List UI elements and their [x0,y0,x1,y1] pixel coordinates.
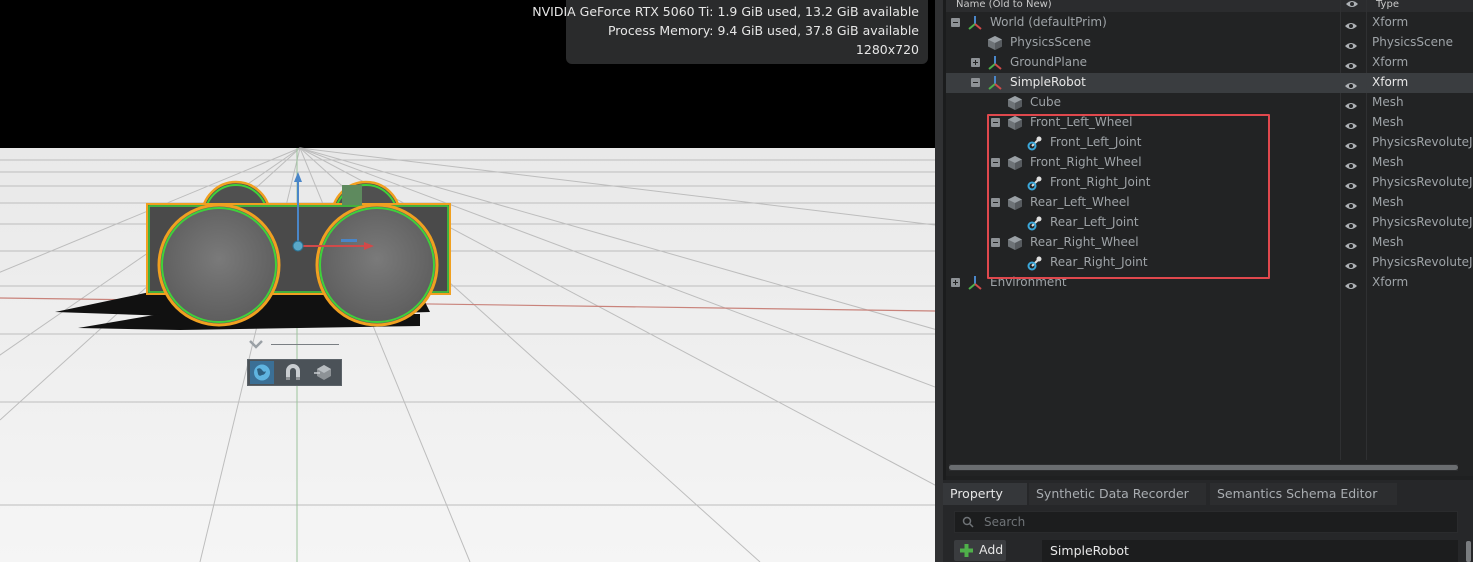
stage-row-type: Xform [1372,55,1409,69]
stage-row-type: Mesh [1372,95,1404,109]
plus-icon [960,544,973,557]
gpu-memory-text: NVIDIA GeForce RTX 5060 Ti: 1.9 GiB used… [532,4,919,19]
collapse-icon[interactable] [971,78,980,87]
eye-icon[interactable] [1344,97,1358,109]
eye-icon[interactable] [1344,177,1358,189]
eye-icon[interactable] [1344,237,1358,249]
expand-icon[interactable] [951,278,960,287]
stage-row-type: PhysicsScene [1372,35,1453,49]
eye-icon[interactable] [1344,137,1358,149]
eye-icon[interactable] [1344,217,1358,229]
panel-splitter[interactable] [935,0,943,562]
stage-row-type: PhysicsRevoluteJoint [1372,215,1473,229]
eye-icon[interactable] [1344,77,1358,89]
process-memory-text: Process Memory: 9.4 GiB used, 37.8 GiB a… [607,23,919,38]
gizmo-toolbar [247,359,342,386]
cube-snap-icon[interactable] [312,361,336,384]
stage-row[interactable]: World (defaultPrim) Xform [946,13,1473,33]
performance-hud: NVIDIA GeForce RTX 5060 Ti: 1.9 GiB used… [532,0,928,64]
ground-plane [0,148,935,562]
stage-row-name: SimpleRobot [1010,75,1086,89]
xform-icon [987,75,1003,91]
horizontal-scrollbar[interactable] [949,465,1458,470]
eye-icon[interactable] [1344,197,1358,209]
eye-icon[interactable] [1344,257,1358,269]
column-header-type[interactable]: Type [1376,0,1399,10]
stage-row-type: PhysicsRevoluteJoint [1372,175,1473,189]
collapse-icon[interactable] [951,18,960,27]
stage-row-name: Cube [1030,95,1061,109]
stage-row-type: Xform [1372,275,1409,289]
eye-icon[interactable] [1344,117,1358,129]
eye-icon[interactable] [1344,277,1358,289]
prim-name-value: SimpleRobot [1050,543,1129,558]
stage-row[interactable]: PhysicsScene PhysicsScene [946,33,1473,53]
vertical-scrollbar[interactable] [1466,541,1471,562]
stage-row-name: GroundPlane [1010,55,1088,69]
eye-icon[interactable] [1344,37,1358,49]
stage-row[interactable]: GroundPlane Xform [946,53,1473,73]
tab-semantics-schema-editor[interactable]: Semantics Schema Editor [1210,483,1397,505]
stage-row-name: PhysicsScene [1010,35,1091,49]
add-button-label: Add [979,542,1004,557]
tab-property[interactable]: Property [943,483,1027,505]
front-right-wheel [315,203,439,327]
tab-synthetic-data-recorder[interactable]: Synthetic Data Recorder [1029,483,1206,505]
search-icon [962,516,974,528]
stage-row-type: Xform [1372,15,1409,29]
stage-row-name: World (defaultPrim) [990,15,1107,29]
annotation-highlight-box [987,114,1270,279]
eye-icon[interactable] [1344,57,1358,69]
xform-icon [967,15,983,31]
stage-row[interactable]: SimpleRobot Xform [946,73,1473,93]
search-placeholder: Search [984,515,1026,529]
eye-icon[interactable] [1344,157,1358,169]
viewport[interactable]: NVIDIA GeForce RTX 5060 Ti: 1.9 GiB used… [0,0,935,562]
stage-row-type: Mesh [1372,155,1404,169]
chevron-down-icon[interactable] [248,336,264,352]
gizmo-separator [271,344,339,345]
stage-row-type: Mesh [1372,235,1404,249]
globe-icon[interactable] [250,361,274,384]
eye-icon[interactable] [1344,17,1358,29]
front-left-wheel [157,203,281,327]
magnet-icon[interactable] [281,361,305,384]
stage-row-type: Mesh [1372,115,1404,129]
stage-header: Name (Old to New) Type [946,0,1473,12]
property-search-input[interactable] [954,511,1458,533]
cube-icon [1007,95,1023,111]
cube-icon [987,35,1003,51]
column-header-name[interactable]: Name (Old to New) [956,0,1052,10]
stage-row-type: PhysicsRevoluteJoint [1372,135,1473,149]
stage-row-type: Mesh [1372,195,1404,209]
expand-icon[interactable] [971,58,980,67]
xform-icon [987,55,1003,71]
stage-row-type: Xform [1372,75,1409,89]
eye-icon[interactable] [1345,0,1359,10]
stage-row[interactable]: Cube Mesh [946,93,1473,113]
xform-icon [967,275,983,291]
resolution-text: 1280x720 [855,42,919,57]
scene-render[interactable] [0,0,935,562]
stage-row-type: PhysicsRevoluteJoint [1372,255,1473,269]
